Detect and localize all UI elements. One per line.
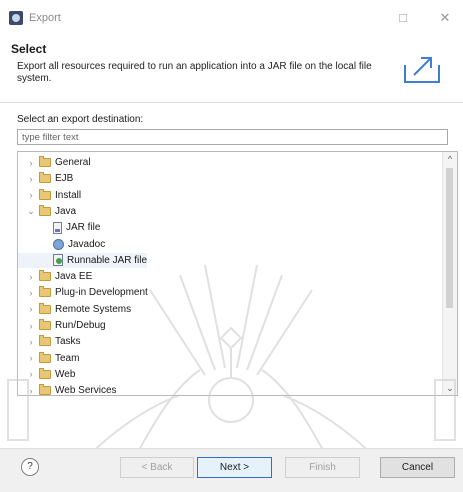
header-divider xyxy=(0,102,463,103)
tree-item[interactable]: › Tasks xyxy=(18,334,81,349)
wizard-header: Select Export all resources required to … xyxy=(0,36,463,102)
eclipse-icon xyxy=(9,11,23,25)
tree-item-label: Run/Debug xyxy=(55,320,106,331)
folder-icon xyxy=(39,351,51,363)
tree-item-label: Runnable JAR file xyxy=(67,254,148,266)
page-title: Select xyxy=(11,42,47,56)
folder-icon xyxy=(39,335,51,347)
tree-item-label: Plug-in Development xyxy=(55,287,148,299)
page-description: Export all resources required to run an … xyxy=(17,61,372,84)
maximize-button[interactable]: □ xyxy=(394,9,412,27)
folder-icon xyxy=(39,188,51,200)
collapse-chevron-icon[interactable]: ⌄ xyxy=(26,206,36,217)
scroll-thumb[interactable] xyxy=(446,168,453,308)
tree-item[interactable]: › EJB xyxy=(18,171,73,186)
window-title: Export xyxy=(29,12,61,24)
folder-icon xyxy=(39,172,51,184)
folder-icon xyxy=(39,319,51,330)
expand-chevron-icon[interactable]: › xyxy=(26,353,36,363)
tree-item[interactable]: › General xyxy=(18,155,91,170)
tree-item-label: Team xyxy=(55,352,80,364)
filter-input[interactable] xyxy=(17,129,448,145)
tree-item[interactable]: › Run/Debug xyxy=(18,318,106,333)
tree-item[interactable]: › Plug-in Development xyxy=(18,285,148,300)
expand-chevron-icon[interactable]: › xyxy=(26,288,36,298)
tree-scrollbar[interactable]: ^ ⌄ xyxy=(442,152,457,395)
tree-item-label: Java xyxy=(55,205,77,217)
tree-item[interactable]: › Web Services xyxy=(18,383,117,396)
scroll-down-arrow-icon[interactable]: ⌄ xyxy=(443,381,457,395)
expand-chevron-icon[interactable]: › xyxy=(26,337,36,347)
help-icon[interactable]: ? xyxy=(21,458,39,476)
title-bar: Export □ ✕ xyxy=(0,0,463,36)
tree-item-label: General xyxy=(55,157,91,168)
tree-item[interactable]: › Install xyxy=(18,188,81,203)
tree-item[interactable]: › Remote Systems xyxy=(18,302,131,317)
tree-item-label: JAR file xyxy=(66,222,101,234)
tree-item-label: Web xyxy=(55,368,76,380)
folder-icon xyxy=(39,286,51,298)
javadoc-icon xyxy=(53,238,64,250)
tree-item[interactable]: Runnable JAR file xyxy=(18,252,148,268)
runnable-jar-icon xyxy=(53,254,63,267)
tree-item[interactable]: JAR file xyxy=(18,220,100,235)
expand-chevron-icon[interactable]: › xyxy=(26,304,36,314)
tree-item-label: Install xyxy=(55,189,82,201)
tree-item-label: Remote Systems xyxy=(55,303,132,315)
expand-chevron-icon[interactable]: › xyxy=(26,369,36,379)
folder-icon xyxy=(39,367,51,379)
tree-item-label: Web Services xyxy=(55,385,117,396)
finish-button[interactable]: Finish xyxy=(285,457,360,478)
tree-item-label: Tasks xyxy=(55,336,81,348)
tree-item[interactable]: Javadoc xyxy=(18,237,105,252)
tree-item[interactable]: › Web xyxy=(18,367,75,382)
expand-chevron-icon[interactable]: › xyxy=(26,272,36,282)
folder-icon xyxy=(39,384,51,395)
destination-label: Select an export destination: xyxy=(17,114,144,125)
destination-tree[interactable]: › General › EJB › Install ⌄ Java JAR file Javadoc… xyxy=(17,151,458,396)
tree-item[interactable]: ⌄ Java xyxy=(18,204,76,219)
cancel-button[interactable]: Cancel xyxy=(380,457,455,478)
folder-icon xyxy=(39,270,51,282)
expand-chevron-icon[interactable]: › xyxy=(26,386,36,395)
expand-chevron-icon[interactable]: › xyxy=(26,190,36,200)
tree-item[interactable]: › Java EE xyxy=(18,269,92,284)
tree-item[interactable]: › Team xyxy=(18,351,79,366)
expand-chevron-icon[interactable]: › xyxy=(26,158,36,168)
scroll-up-arrow-icon[interactable]: ^ xyxy=(443,152,457,166)
tree-item-label: Javadoc xyxy=(68,238,106,250)
next-button[interactable]: Next > xyxy=(197,457,272,478)
folder-icon xyxy=(39,302,51,314)
expand-chevron-icon[interactable]: › xyxy=(26,174,36,184)
export-wizard-icon xyxy=(404,57,440,83)
wizard-footer: ? < Back Next > Finish Cancel xyxy=(0,448,463,492)
close-button[interactable]: ✕ xyxy=(436,9,454,27)
back-button[interactable]: < Back xyxy=(120,457,194,478)
tree-item-label: Java EE xyxy=(55,271,93,283)
folder-icon xyxy=(39,156,51,167)
folder-icon xyxy=(39,204,51,216)
tree-item-label: EJB xyxy=(55,173,74,185)
jar-icon xyxy=(53,221,62,234)
expand-chevron-icon[interactable]: › xyxy=(26,321,36,331)
